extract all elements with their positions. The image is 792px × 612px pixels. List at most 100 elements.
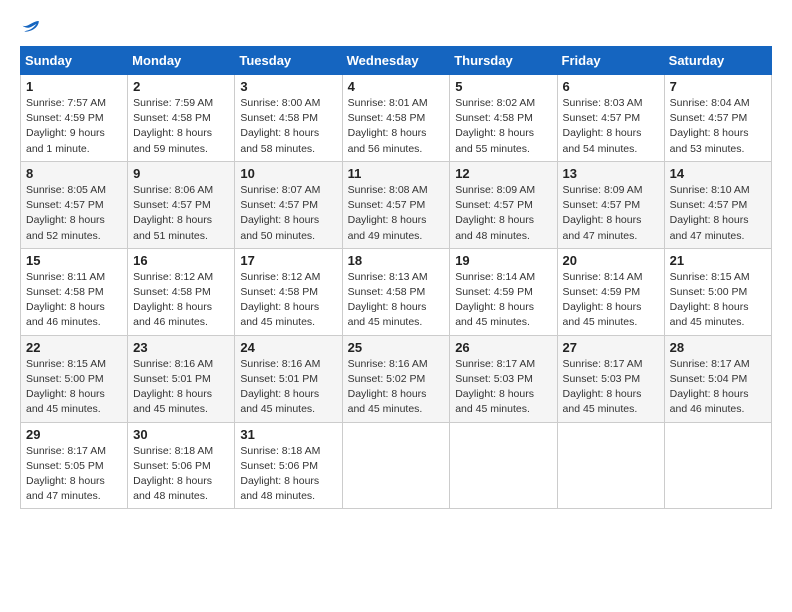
calendar-cell: 23 Sunrise: 8:16 AM Sunset: 5:01 PM Dayl… <box>128 335 235 422</box>
day-info: Sunrise: 8:16 AM Sunset: 5:01 PM Dayligh… <box>133 358 213 416</box>
day-number: 30 <box>133 427 229 442</box>
calendar-cell: 28 Sunrise: 8:17 AM Sunset: 5:04 PM Dayl… <box>664 335 771 422</box>
day-info: Sunrise: 8:12 AM Sunset: 4:58 PM Dayligh… <box>133 271 213 329</box>
calendar-cell <box>557 422 664 509</box>
day-info: Sunrise: 8:17 AM Sunset: 5:05 PM Dayligh… <box>26 445 106 503</box>
day-number: 16 <box>133 253 229 268</box>
calendar-cell: 5 Sunrise: 8:02 AM Sunset: 4:58 PM Dayli… <box>450 75 557 162</box>
bird-icon <box>22 18 40 36</box>
day-info: Sunrise: 8:03 AM Sunset: 4:57 PM Dayligh… <box>563 97 643 155</box>
calendar-cell <box>664 422 771 509</box>
day-info: Sunrise: 8:10 AM Sunset: 4:57 PM Dayligh… <box>670 184 750 242</box>
calendar-cell: 26 Sunrise: 8:17 AM Sunset: 5:03 PM Dayl… <box>450 335 557 422</box>
weekday-header-friday: Friday <box>557 47 664 75</box>
day-info: Sunrise: 8:13 AM Sunset: 4:58 PM Dayligh… <box>348 271 428 329</box>
day-info: Sunrise: 7:59 AM Sunset: 4:58 PM Dayligh… <box>133 97 213 155</box>
day-info: Sunrise: 8:15 AM Sunset: 5:00 PM Dayligh… <box>26 358 106 416</box>
calendar-cell: 12 Sunrise: 8:09 AM Sunset: 4:57 PM Dayl… <box>450 161 557 248</box>
day-info: Sunrise: 8:15 AM Sunset: 5:00 PM Dayligh… <box>670 271 750 329</box>
day-info: Sunrise: 8:12 AM Sunset: 4:58 PM Dayligh… <box>240 271 320 329</box>
calendar-cell: 15 Sunrise: 8:11 AM Sunset: 4:58 PM Dayl… <box>21 248 128 335</box>
calendar-cell: 30 Sunrise: 8:18 AM Sunset: 5:06 PM Dayl… <box>128 422 235 509</box>
calendar-cell: 8 Sunrise: 8:05 AM Sunset: 4:57 PM Dayli… <box>21 161 128 248</box>
calendar-cell: 9 Sunrise: 8:06 AM Sunset: 4:57 PM Dayli… <box>128 161 235 248</box>
calendar-cell: 3 Sunrise: 8:00 AM Sunset: 4:58 PM Dayli… <box>235 75 342 162</box>
day-number: 28 <box>670 340 766 355</box>
calendar-cell: 18 Sunrise: 8:13 AM Sunset: 4:58 PM Dayl… <box>342 248 450 335</box>
day-number: 19 <box>455 253 551 268</box>
calendar-cell: 16 Sunrise: 8:12 AM Sunset: 4:58 PM Dayl… <box>128 248 235 335</box>
day-info: Sunrise: 8:16 AM Sunset: 5:02 PM Dayligh… <box>348 358 428 416</box>
day-number: 4 <box>348 79 445 94</box>
day-number: 23 <box>133 340 229 355</box>
calendar-cell: 11 Sunrise: 8:08 AM Sunset: 4:57 PM Dayl… <box>342 161 450 248</box>
day-info: Sunrise: 7:57 AM Sunset: 4:59 PM Dayligh… <box>26 97 106 155</box>
week-row-5: 29 Sunrise: 8:17 AM Sunset: 5:05 PM Dayl… <box>21 422 772 509</box>
week-row-1: 1 Sunrise: 7:57 AM Sunset: 4:59 PM Dayli… <box>21 75 772 162</box>
day-number: 2 <box>133 79 229 94</box>
calendar-cell: 7 Sunrise: 8:04 AM Sunset: 4:57 PM Dayli… <box>664 75 771 162</box>
calendar-cell <box>342 422 450 509</box>
weekday-header-sunday: Sunday <box>21 47 128 75</box>
day-info: Sunrise: 8:11 AM Sunset: 4:58 PM Dayligh… <box>26 271 105 329</box>
day-number: 25 <box>348 340 445 355</box>
day-number: 26 <box>455 340 551 355</box>
day-number: 21 <box>670 253 766 268</box>
day-info: Sunrise: 8:09 AM Sunset: 4:57 PM Dayligh… <box>455 184 535 242</box>
logo <box>20 18 40 36</box>
day-number: 22 <box>26 340 122 355</box>
day-info: Sunrise: 8:17 AM Sunset: 5:03 PM Dayligh… <box>455 358 535 416</box>
day-number: 29 <box>26 427 122 442</box>
day-info: Sunrise: 8:05 AM Sunset: 4:57 PM Dayligh… <box>26 184 106 242</box>
day-info: Sunrise: 8:14 AM Sunset: 4:59 PM Dayligh… <box>455 271 535 329</box>
calendar-cell: 20 Sunrise: 8:14 AM Sunset: 4:59 PM Dayl… <box>557 248 664 335</box>
day-number: 10 <box>240 166 336 181</box>
week-row-4: 22 Sunrise: 8:15 AM Sunset: 5:00 PM Dayl… <box>21 335 772 422</box>
calendar-cell: 1 Sunrise: 7:57 AM Sunset: 4:59 PM Dayli… <box>21 75 128 162</box>
day-number: 18 <box>348 253 445 268</box>
day-number: 6 <box>563 79 659 94</box>
day-info: Sunrise: 8:18 AM Sunset: 5:06 PM Dayligh… <box>133 445 213 503</box>
calendar-cell: 14 Sunrise: 8:10 AM Sunset: 4:57 PM Dayl… <box>664 161 771 248</box>
day-info: Sunrise: 8:09 AM Sunset: 4:57 PM Dayligh… <box>563 184 643 242</box>
day-number: 3 <box>240 79 336 94</box>
day-number: 5 <box>455 79 551 94</box>
day-number: 11 <box>348 166 445 181</box>
calendar-cell <box>450 422 557 509</box>
day-info: Sunrise: 8:18 AM Sunset: 5:06 PM Dayligh… <box>240 445 320 503</box>
weekday-header-monday: Monday <box>128 47 235 75</box>
header <box>20 18 772 36</box>
day-number: 1 <box>26 79 122 94</box>
day-number: 12 <box>455 166 551 181</box>
calendar-cell: 4 Sunrise: 8:01 AM Sunset: 4:58 PM Dayli… <box>342 75 450 162</box>
day-number: 9 <box>133 166 229 181</box>
day-number: 17 <box>240 253 336 268</box>
day-info: Sunrise: 8:06 AM Sunset: 4:57 PM Dayligh… <box>133 184 213 242</box>
weekday-header-saturday: Saturday <box>664 47 771 75</box>
calendar-cell: 24 Sunrise: 8:16 AM Sunset: 5:01 PM Dayl… <box>235 335 342 422</box>
weekday-header-row: SundayMondayTuesdayWednesdayThursdayFrid… <box>21 47 772 75</box>
day-number: 20 <box>563 253 659 268</box>
calendar-cell: 6 Sunrise: 8:03 AM Sunset: 4:57 PM Dayli… <box>557 75 664 162</box>
day-info: Sunrise: 8:04 AM Sunset: 4:57 PM Dayligh… <box>670 97 750 155</box>
day-info: Sunrise: 8:08 AM Sunset: 4:57 PM Dayligh… <box>348 184 428 242</box>
day-number: 15 <box>26 253 122 268</box>
day-number: 27 <box>563 340 659 355</box>
day-info: Sunrise: 8:16 AM Sunset: 5:01 PM Dayligh… <box>240 358 320 416</box>
day-info: Sunrise: 8:00 AM Sunset: 4:58 PM Dayligh… <box>240 97 320 155</box>
calendar-cell: 2 Sunrise: 7:59 AM Sunset: 4:58 PM Dayli… <box>128 75 235 162</box>
day-info: Sunrise: 8:17 AM Sunset: 5:04 PM Dayligh… <box>670 358 750 416</box>
day-number: 31 <box>240 427 336 442</box>
calendar-cell: 21 Sunrise: 8:15 AM Sunset: 5:00 PM Dayl… <box>664 248 771 335</box>
day-info: Sunrise: 8:02 AM Sunset: 4:58 PM Dayligh… <box>455 97 535 155</box>
calendar-cell: 19 Sunrise: 8:14 AM Sunset: 4:59 PM Dayl… <box>450 248 557 335</box>
logo-text <box>20 18 40 36</box>
day-number: 13 <box>563 166 659 181</box>
weekday-header-thursday: Thursday <box>450 47 557 75</box>
calendar-cell: 17 Sunrise: 8:12 AM Sunset: 4:58 PM Dayl… <box>235 248 342 335</box>
day-info: Sunrise: 8:07 AM Sunset: 4:57 PM Dayligh… <box>240 184 320 242</box>
calendar-cell: 22 Sunrise: 8:15 AM Sunset: 5:00 PM Dayl… <box>21 335 128 422</box>
calendar-cell: 27 Sunrise: 8:17 AM Sunset: 5:03 PM Dayl… <box>557 335 664 422</box>
calendar-cell: 29 Sunrise: 8:17 AM Sunset: 5:05 PM Dayl… <box>21 422 128 509</box>
day-number: 7 <box>670 79 766 94</box>
